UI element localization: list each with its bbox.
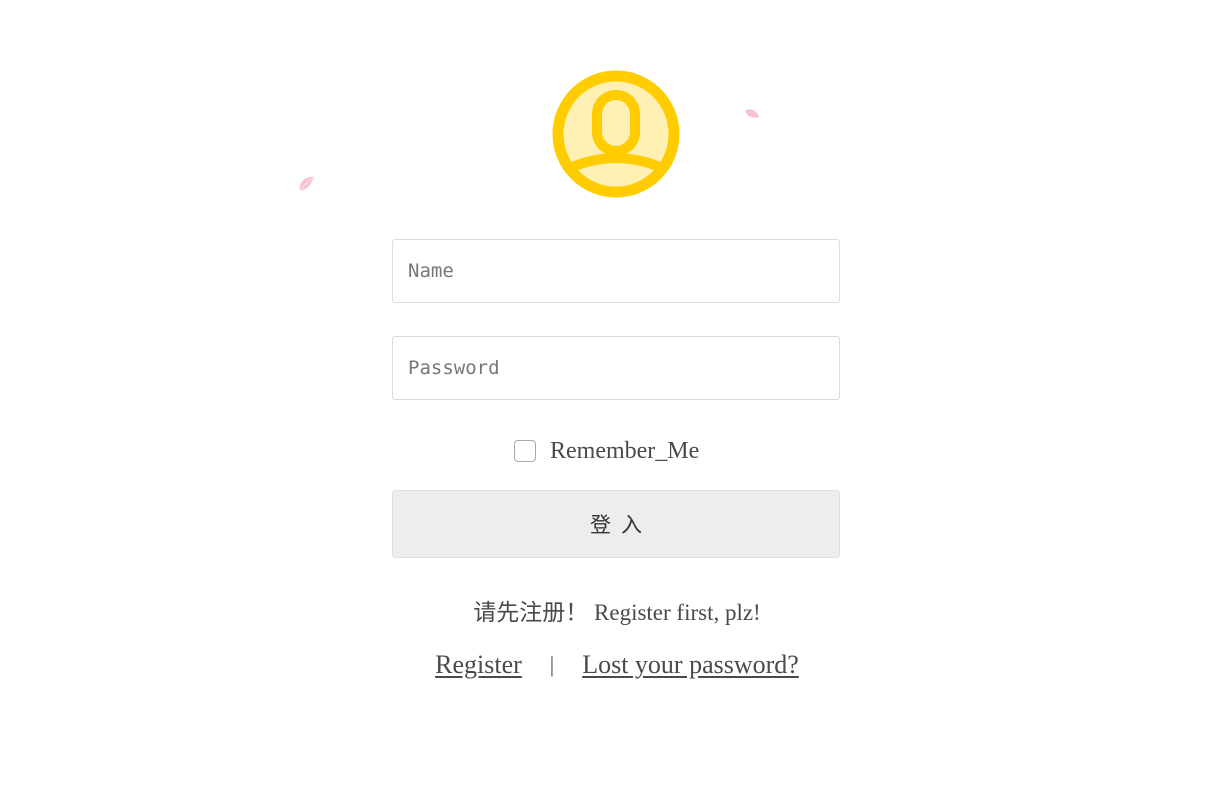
register-notice: 请先注册！ Register first, plz! (473, 600, 761, 625)
remember-me[interactable]: Remember_Me (514, 437, 699, 465)
footer-links: Register | Lost your password? (392, 650, 842, 680)
login-button[interactable]: 登入 (392, 490, 840, 558)
name-input[interactable] (392, 239, 840, 303)
remember-me-checkbox[interactable] (514, 440, 536, 462)
lost-password-link[interactable]: Lost your password? (582, 650, 799, 680)
login-page: Remember_Me 登入 请先注册！ Register first, plz… (0, 0, 1231, 790)
register-link[interactable]: Register (435, 650, 522, 680)
user-avatar-icon (552, 70, 680, 198)
remember-me-label: Remember_Me (550, 437, 700, 464)
sakura-petal-icon (299, 176, 314, 192)
password-input[interactable] (392, 336, 840, 400)
link-separator: | (549, 652, 555, 677)
sakura-petal-icon (745, 109, 759, 118)
